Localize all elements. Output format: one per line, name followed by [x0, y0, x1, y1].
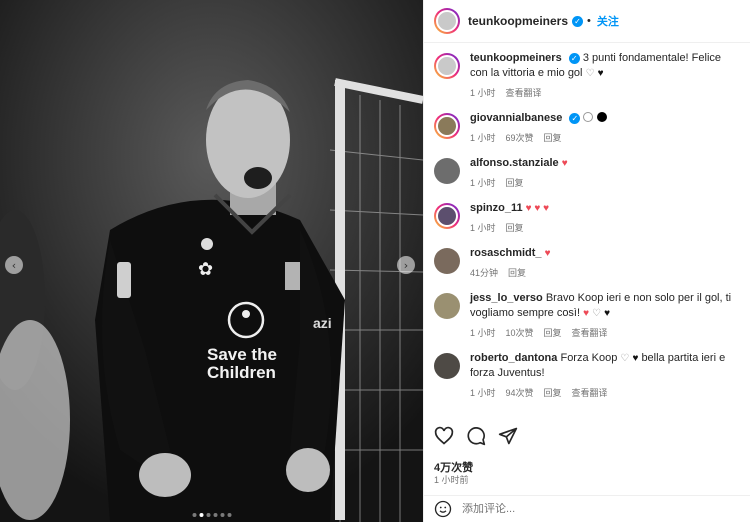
carousel-dot	[220, 513, 224, 517]
previous-photo-button[interactable]: ‹	[5, 256, 23, 274]
white-heart-icon: ♡	[585, 68, 595, 79]
separator: •	[587, 15, 591, 27]
author-avatar[interactable]	[434, 53, 460, 79]
see-translation-link[interactable]: 查看翻译	[572, 326, 608, 339]
comment-input[interactable]	[462, 503, 712, 515]
comment-username[interactable]: alfonso.stanziale	[470, 157, 559, 169]
post-header: teunkoopmeiners ✓ • 关注	[424, 0, 750, 43]
carousel-dot	[227, 513, 231, 517]
avatar[interactable]	[434, 293, 460, 319]
chevron-left-icon: ‹	[11, 258, 17, 272]
author-username[interactable]: teunkoopmeiners	[468, 14, 568, 28]
avatar[interactable]	[434, 248, 460, 274]
carousel-dot	[192, 513, 196, 517]
comment-time: 1 小时	[470, 328, 496, 338]
black-circle-icon	[596, 112, 607, 122]
post-side-panel: teunkoopmeiners ✓ • 关注 teunkoopmeiners ✓…	[423, 0, 750, 522]
reply-link[interactable]: 回复	[544, 326, 562, 339]
shirt-text-line-2: Children	[207, 363, 276, 382]
chevron-right-icon: ›	[403, 258, 409, 272]
add-comment-bar	[424, 495, 750, 522]
white-heart-icon: ♡	[620, 353, 630, 364]
red-heart-icon: ♥ ♥ ♥	[525, 203, 550, 214]
comment-likes[interactable]: 94次赞	[506, 386, 534, 399]
caption-username[interactable]: teunkoopmeiners	[470, 52, 562, 64]
comment-likes[interactable]: 10次赞	[506, 326, 534, 339]
verified-badge-icon: ✓	[572, 15, 584, 27]
white-heart-icon: ♡	[592, 308, 602, 319]
photo-illustration: ✿ Save the Children azi	[0, 0, 423, 522]
post-time: 1 小时前	[434, 475, 469, 485]
list-item: roberto_dantona Forza Koop ♡ ♥ bella par…	[434, 351, 740, 399]
shirt-text-line-1: Save the	[207, 345, 277, 364]
reply-link[interactable]: 回复	[506, 176, 524, 189]
reply-link[interactable]: 回复	[506, 221, 524, 234]
carousel-dot	[213, 513, 217, 517]
svg-text:✿: ✿	[198, 259, 213, 280]
comment-username[interactable]: roberto_dantona	[470, 352, 557, 364]
comment-time: 1 小时	[470, 388, 496, 398]
post-actions	[434, 426, 518, 446]
avatar[interactable]	[434, 113, 460, 139]
comment-username[interactable]: jess_lo_verso	[470, 292, 543, 304]
next-photo-button[interactable]: ›	[397, 256, 415, 274]
avatar[interactable]	[434, 158, 460, 184]
carousel-indicator	[192, 513, 231, 517]
comment-time: 1 小时	[470, 133, 496, 143]
list-item: spinzo_11 ♥ ♥ ♥ 1 小时 回复	[434, 201, 740, 234]
black-heart-icon: ♥	[632, 353, 639, 364]
sponsor-text: azi	[313, 315, 332, 331]
comment-likes[interactable]: 69次赞	[506, 131, 534, 144]
list-item: jess_lo_verso Bravo Koop ieri e non solo…	[434, 291, 740, 339]
see-translation-link[interactable]: 查看翻译	[572, 386, 608, 399]
reply-link[interactable]: 回复	[544, 131, 562, 144]
emoji-icon[interactable]	[434, 500, 452, 518]
caption-time: 1 小时	[470, 88, 496, 98]
avatar[interactable]	[434, 203, 460, 229]
caption: teunkoopmeiners ✓ 3 punti fondamentale! …	[434, 51, 740, 99]
comment-username[interactable]: spinzo_11	[470, 202, 523, 214]
verified-badge-icon: ✓	[568, 53, 580, 64]
black-heart-icon: ♥	[597, 68, 604, 79]
list-item: giovannialbanese ✓ 1 小时 69次赞 回复	[434, 111, 740, 144]
carousel-dot	[206, 513, 210, 517]
share-icon[interactable]	[498, 426, 518, 446]
black-heart-icon: ♥	[604, 308, 611, 319]
comment-time: 1 小时	[470, 178, 496, 188]
comment-username[interactable]: rosaschmidt_	[470, 247, 542, 259]
red-heart-icon: ♥	[561, 158, 568, 169]
carousel-dot-active	[199, 513, 203, 517]
like-heart-icon[interactable]	[434, 426, 454, 446]
red-heart-icon: ♥	[583, 308, 590, 319]
comment-icon[interactable]	[466, 426, 486, 446]
see-translation-link[interactable]: 查看翻译	[506, 86, 542, 99]
list-item: rosaschmidt_ ♥ 41分钟 回复	[434, 246, 740, 279]
comment-time: 1 小时	[470, 223, 496, 233]
reply-link[interactable]: 回复	[508, 266, 526, 279]
list-item: alfonso.stanziale ♥ 1 小时 回复	[434, 156, 740, 189]
comment-time: 41分钟	[470, 268, 499, 278]
comment-text: Forza Koop	[560, 352, 618, 364]
verified-badge-icon: ✓	[569, 113, 581, 124]
white-circle-icon	[583, 112, 594, 122]
reply-link[interactable]: 回复	[544, 386, 562, 399]
post-photo: ✿ Save the Children azi ‹ ›	[0, 0, 423, 522]
comment-username[interactable]: giovannialbanese	[470, 112, 562, 124]
follow-button[interactable]: 关注	[597, 13, 619, 29]
red-heart-icon: ♥	[544, 248, 551, 259]
avatar[interactable]	[434, 353, 460, 379]
comments-list: teunkoopmeiners ✓ 3 punti fondamentale! …	[424, 43, 750, 418]
author-avatar[interactable]	[434, 8, 460, 34]
